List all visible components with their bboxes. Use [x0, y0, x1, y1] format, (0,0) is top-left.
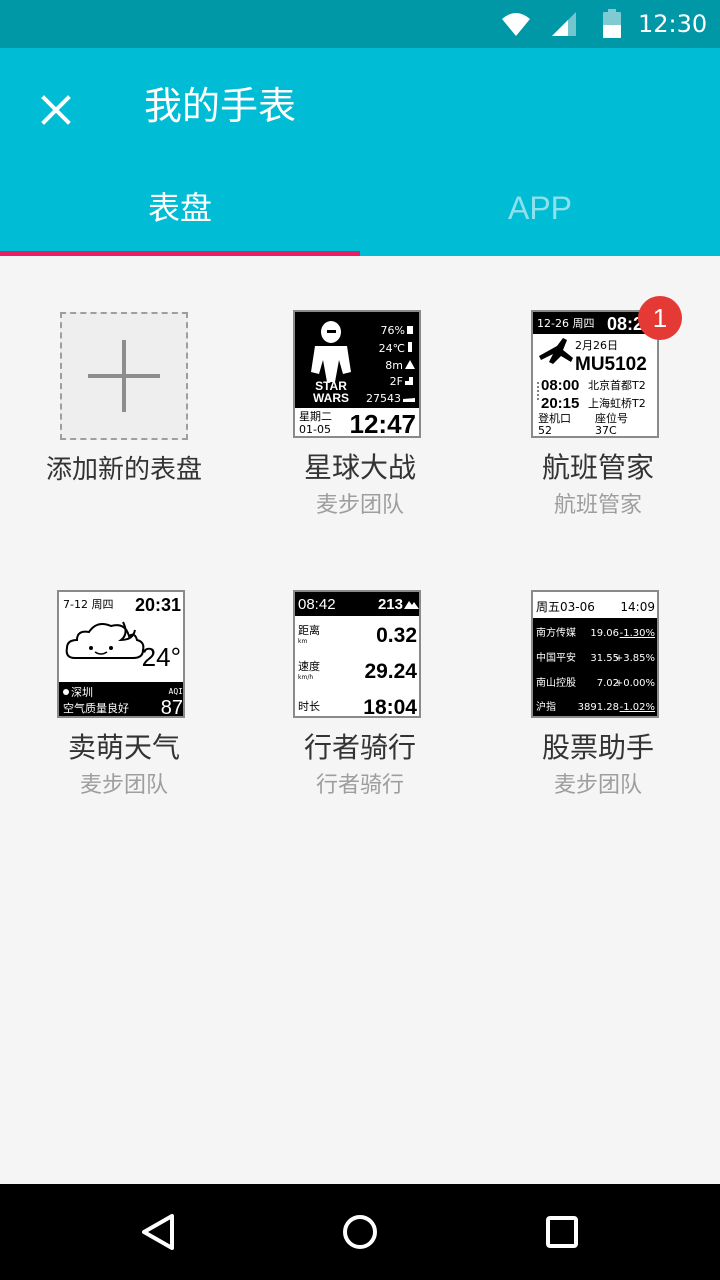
add-watchface-label[interactable]: 添加新的表盘 — [0, 450, 248, 490]
stock-change: +0.00% — [615, 678, 655, 689]
watchface-star-wars[interactable]: STAR WARS 76% 24℃ 8m 2F 27543 星期二 01-05 … — [240, 310, 480, 560]
battery-stat: 76% — [381, 324, 405, 337]
watchface-author: 麦步团队 — [553, 773, 642, 798]
thermometer-icon — [408, 342, 412, 352]
watchface-preview: 12-26 周四 08:2 2月26日 MU5102 08:00 北京首都T2 … — [531, 310, 659, 438]
speed-value: 29.24 — [364, 660, 417, 683]
cell-signal-icon — [552, 12, 576, 36]
stock-name: 南山控股 — [536, 676, 576, 689]
back-icon[interactable] — [130, 1202, 190, 1262]
watchface-title: 星球大战 — [303, 451, 416, 484]
watchface-title: 卖萌天气 — [67, 731, 180, 764]
flight-number: MU5102 — [575, 354, 647, 375]
notification-badge: 1 — [638, 296, 682, 340]
city: 深圳 — [71, 686, 93, 699]
header-time: 14:09 — [620, 600, 655, 614]
tab-watchfaces[interactable]: 表盘 — [0, 160, 360, 256]
wifi-icon — [502, 13, 530, 36]
watchface-author: 行者骑行 — [315, 773, 404, 798]
date: 01-05 — [299, 423, 331, 436]
watchface-title: 航班管家 — [541, 451, 654, 484]
stock-change: -1.30% — [620, 628, 655, 639]
seat-label: 座位号 — [595, 411, 628, 425]
recents-icon[interactable] — [532, 1202, 592, 1262]
header-date: 周五03-06 — [536, 600, 595, 614]
stock-change: +3.85% — [615, 653, 655, 664]
stock-name: 南方传媒 — [536, 626, 576, 639]
steps-stat: 27543 — [366, 392, 401, 405]
page-title: 我的手表 — [144, 84, 297, 128]
speed-unit: km/h — [298, 674, 313, 681]
watchface-author: 航班管家 — [553, 493, 642, 518]
aqi-value: 87 — [161, 697, 183, 716]
watchface-author: 麦步团队 — [315, 493, 404, 518]
arrival-airport: 上海虹桥T2 — [588, 396, 646, 410]
temperature: 24° — [142, 642, 181, 672]
watchface-stocks[interactable]: 周五03-06 14:09 南方传媒 19.06 -1.30% 中国平安 31.… — [478, 590, 718, 840]
watchface-author: 麦步团队 — [79, 773, 168, 798]
date: 7-12 周四 — [63, 598, 113, 611]
header-date: 12-26 周四 — [537, 317, 594, 330]
weekday: 星期二 — [299, 410, 332, 423]
weather-screen: 7-12 周四 20:31 24° 深圳 AQI 空气质量良好 87 — [59, 595, 183, 716]
watchface-title: 股票助手 — [541, 731, 654, 764]
departure-time: 08:00 — [541, 377, 579, 394]
gate-label: 登机口 — [538, 411, 571, 425]
speed-label: 速度 — [298, 659, 320, 673]
watchface-cycling[interactable]: 08:42 213 距离 km 0.32 速度 km/h 29.24 时长 18… — [240, 590, 480, 840]
duration-value: 18:04 — [363, 696, 417, 716]
star-wars-screen: STAR WARS 76% 24℃ 8m 2F 27543 星期二 01-05 … — [295, 312, 419, 436]
gate: 52 — [538, 424, 552, 436]
tab-app[interactable]: APP — [360, 160, 720, 256]
watchface-preview: 08:42 213 距离 km 0.32 速度 km/h 29.24 时长 18… — [293, 590, 421, 718]
departure-airport: 北京首都T2 — [588, 378, 646, 392]
logo-bottom: WARS — [313, 391, 349, 405]
altitude: 213 — [378, 596, 403, 613]
time: 12:47 — [350, 409, 417, 436]
duration-label: 时长 — [298, 700, 320, 713]
aqi-text: 空气质量良好 — [63, 701, 129, 715]
seat: 37C — [595, 424, 617, 436]
watchface-preview: 周五03-06 14:09 南方传媒 19.06 -1.30% 中国平安 31.… — [531, 590, 659, 718]
status-bar: 12:30 — [0, 0, 720, 48]
navigation-bar — [0, 1184, 720, 1280]
plus-icon — [88, 340, 160, 412]
watchface-preview: 7-12 周四 20:31 24° 深圳 AQI 空气质量良好 87 — [57, 590, 185, 718]
time: 08:42 — [298, 596, 336, 613]
distance-label: 距离 — [298, 623, 320, 637]
stock-name: 沪指 — [536, 700, 556, 713]
altitude-stat: 8m — [385, 359, 403, 372]
cycling-screen: 08:42 213 距离 km 0.32 速度 km/h 29.24 时长 18… — [295, 592, 419, 716]
clock: 12:30 — [638, 10, 708, 38]
add-watchface-button[interactable] — [60, 312, 188, 440]
watchface-flight[interactable]: 12-26 周四 08:2 2月26日 MU5102 08:00 北京首都T2 … — [478, 310, 718, 560]
floor-stat: 2F — [390, 375, 403, 388]
battery-icon — [603, 9, 621, 38]
stock-screen: 周五03-06 14:09 南方传媒 19.06 -1.30% 中国平安 31.… — [533, 600, 657, 716]
airplane-icon — [539, 338, 573, 364]
temp-stat: 24℃ — [379, 342, 405, 355]
stock-price: 19.06 — [590, 628, 619, 639]
watchface-preview: STAR WARS 76% 24℃ 8m 2F 27543 星期二 01-05 … — [293, 310, 421, 438]
flight-date: 2月26日 — [575, 339, 618, 352]
watchface-weather[interactable]: 7-12 周四 20:31 24° 深圳 AQI 空气质量良好 87 卖萌天气 … — [4, 590, 244, 840]
time: 20:31 — [135, 595, 181, 615]
close-icon[interactable] — [26, 80, 86, 140]
bolt-icon — [407, 326, 413, 334]
app-bar: 我的手表 表盘 APP — [0, 48, 720, 256]
distance-value: 0.32 — [376, 624, 417, 647]
stock-name: 中国平安 — [536, 651, 576, 664]
distance-unit: km — [298, 638, 307, 645]
watchface-title: 行者骑行 — [303, 731, 416, 764]
aqi-label: AQI — [169, 687, 183, 696]
home-icon[interactable] — [330, 1202, 390, 1262]
stock-price: 3891.28 — [578, 702, 619, 713]
stock-change: -1.02% — [620, 702, 655, 713]
arrival-time: 20:15 — [541, 395, 579, 412]
location-pin-icon — [63, 689, 69, 695]
flight-screen: 12-26 周四 08:2 2月26日 MU5102 08:00 北京首都T2 … — [533, 312, 657, 436]
tab-indicator — [0, 251, 360, 256]
